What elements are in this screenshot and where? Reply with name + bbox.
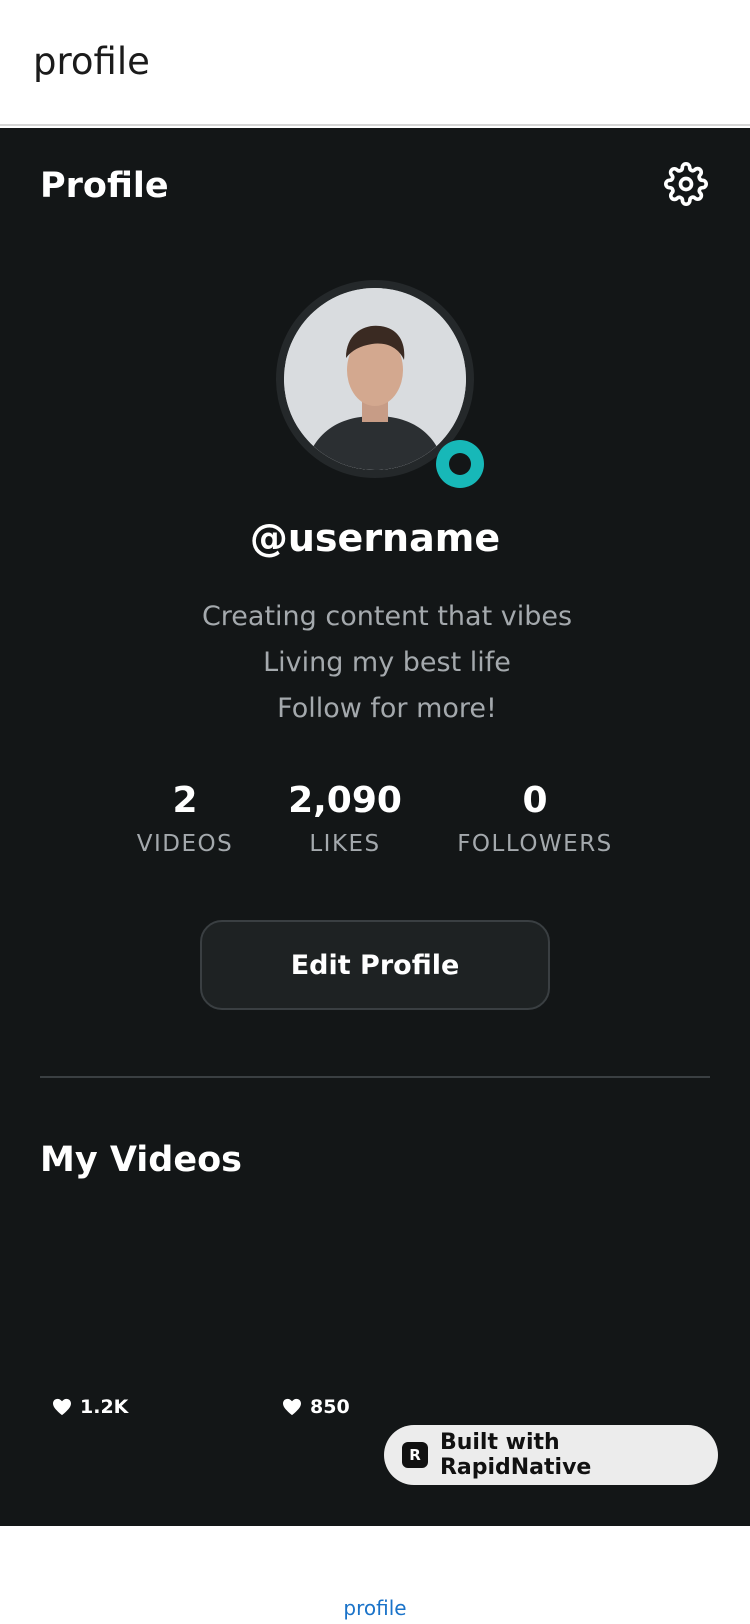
top-app-bar: profile	[0, 0, 750, 126]
video-item-likes[interactable]: 1.2K	[52, 1396, 128, 1418]
stat-likes-value: 2,090	[288, 780, 402, 821]
stat-likes-label: LIKES	[309, 831, 381, 857]
profile-screen: Profile @username Creating content that …	[0, 128, 750, 1526]
built-with-badge[interactable]: R Built with RapidNative	[384, 1425, 718, 1485]
stat-likes[interactable]: 2,090 LIKES	[285, 780, 405, 857]
bio-line: Follow for more!	[277, 693, 497, 724]
stat-videos[interactable]: 2 VIDEOS	[130, 780, 240, 857]
bio-line: Living my best life	[263, 647, 511, 678]
stat-followers-label: FOLLOWERS	[457, 831, 613, 857]
heart-icon	[283, 1398, 301, 1416]
username: @username	[249, 516, 501, 560]
top-bar-title: profile	[33, 40, 150, 83]
heart-icon	[53, 1398, 71, 1416]
rapidnative-logo-icon: R	[402, 1442, 428, 1468]
page-title: Profile	[40, 166, 169, 206]
stat-videos-value: 2	[172, 780, 198, 821]
bio-line: Creating content that vibes	[201, 601, 573, 632]
avatar-photo	[284, 288, 466, 470]
video-likes-count: 1.2K	[80, 1396, 129, 1418]
bio: Creating content that vibes Living my be…	[0, 594, 750, 732]
divider	[40, 1076, 710, 1078]
gear-icon	[664, 162, 708, 206]
settings-button[interactable]	[660, 158, 712, 210]
bottom-tab-bar: profile	[0, 1526, 750, 1624]
tab-profile[interactable]: profile	[0, 1596, 750, 1620]
stat-videos-label: VIDEOS	[136, 831, 234, 857]
my-videos-title: My Videos	[40, 1140, 242, 1180]
stat-followers-value: 0	[522, 780, 548, 821]
edit-profile-button[interactable]: Edit Profile	[200, 920, 550, 1010]
built-with-label: Built with RapidNative	[439, 1430, 592, 1480]
online-status-indicator	[436, 440, 484, 488]
avatar[interactable]	[284, 288, 466, 470]
stat-followers[interactable]: 0 FOLLOWERS	[455, 780, 615, 857]
video-item-likes[interactable]: 850	[282, 1396, 350, 1418]
video-likes-count: 850	[310, 1396, 350, 1418]
